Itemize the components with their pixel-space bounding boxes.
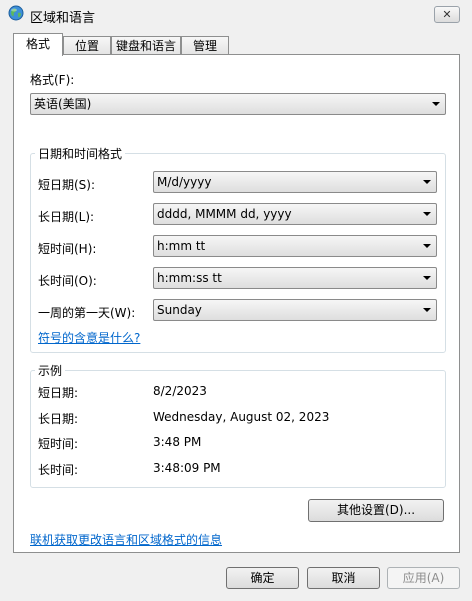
format-panel: 格式(F): 英语(美国) 日期和时间格式 短日期(S): M/d/yyyy 长… [13,54,460,553]
format-value: 英语(美国) [34,97,92,111]
short-date-value: M/d/yyyy [157,175,212,189]
short-time-value: h:mm tt [157,239,206,253]
example-long-date-label: 长日期: [38,412,79,426]
example-short-date-label: 短日期: [38,386,79,400]
first-day-dropdown[interactable]: Sunday [153,299,437,321]
online-info-link[interactable]: 联机获取更改语言和区域格式的信息 [30,531,222,548]
example-long-date-value: Wednesday, August 02, 2023 [153,410,330,424]
examples-group [30,370,446,488]
example-long-time-value: 3:48:09 PM [153,461,221,475]
long-date-label: 长日期(L): [38,210,95,224]
example-short-time-label: 短时间: [38,437,79,451]
chevron-down-icon [423,180,431,184]
examples-group-title: 示例 [35,362,66,379]
example-short-time-value: 3:48 PM [153,435,202,449]
datetime-group-title: 日期和时间格式 [35,145,126,162]
ok-button[interactable]: 确定 [226,567,299,589]
chevron-down-icon [423,244,431,248]
long-time-label: 长时间(O): [38,274,97,288]
format-label: 格式(F): [30,73,75,87]
long-date-dropdown[interactable]: dddd, MMMM dd, yyyy [153,203,437,225]
close-icon: ✕ [442,8,452,21]
tab-format[interactable]: 格式 [13,33,63,56]
first-day-label: 一周的第一天(W): [38,306,136,320]
chevron-down-icon [423,276,431,280]
region-language-dialog: 区域和语言 ✕ 格式 位置 键盘和语言 管理 格式(F): 英语(美国) 日期和… [0,0,472,601]
long-time-value: h:mm:ss tt [157,271,222,285]
chevron-down-icon [432,102,440,106]
tab-administrative[interactable]: 管理 [181,36,229,55]
chevron-down-icon [423,308,431,312]
tab-location[interactable]: 位置 [63,36,111,55]
short-time-dropdown[interactable]: h:mm tt [153,235,437,257]
cancel-button[interactable]: 取消 [307,567,380,589]
long-time-dropdown[interactable]: h:mm:ss tt [153,267,437,289]
symbol-meaning-link[interactable]: 符号的含意是什么? [38,329,140,346]
example-long-time-label: 长时间: [38,463,79,477]
first-day-value: Sunday [157,303,202,317]
title-bar: 区域和语言 ✕ [0,0,472,30]
globe-icon [8,5,24,21]
close-button[interactable]: ✕ [434,6,460,23]
window-title: 区域和语言 [30,11,96,26]
chevron-down-icon [423,212,431,216]
short-time-label: 短时间(H): [38,242,97,256]
long-date-value: dddd, MMMM dd, yyyy [157,207,292,221]
short-date-label: 短日期(S): [38,178,96,192]
additional-settings-button[interactable]: 其他设置(D)... [308,499,444,522]
apply-button[interactable]: 应用(A) [387,567,460,589]
short-date-dropdown[interactable]: M/d/yyyy [153,171,437,193]
example-short-date-value: 8/2/2023 [153,384,207,398]
format-dropdown[interactable]: 英语(美国) [30,93,446,115]
tab-keyboards-languages[interactable]: 键盘和语言 [111,36,181,55]
